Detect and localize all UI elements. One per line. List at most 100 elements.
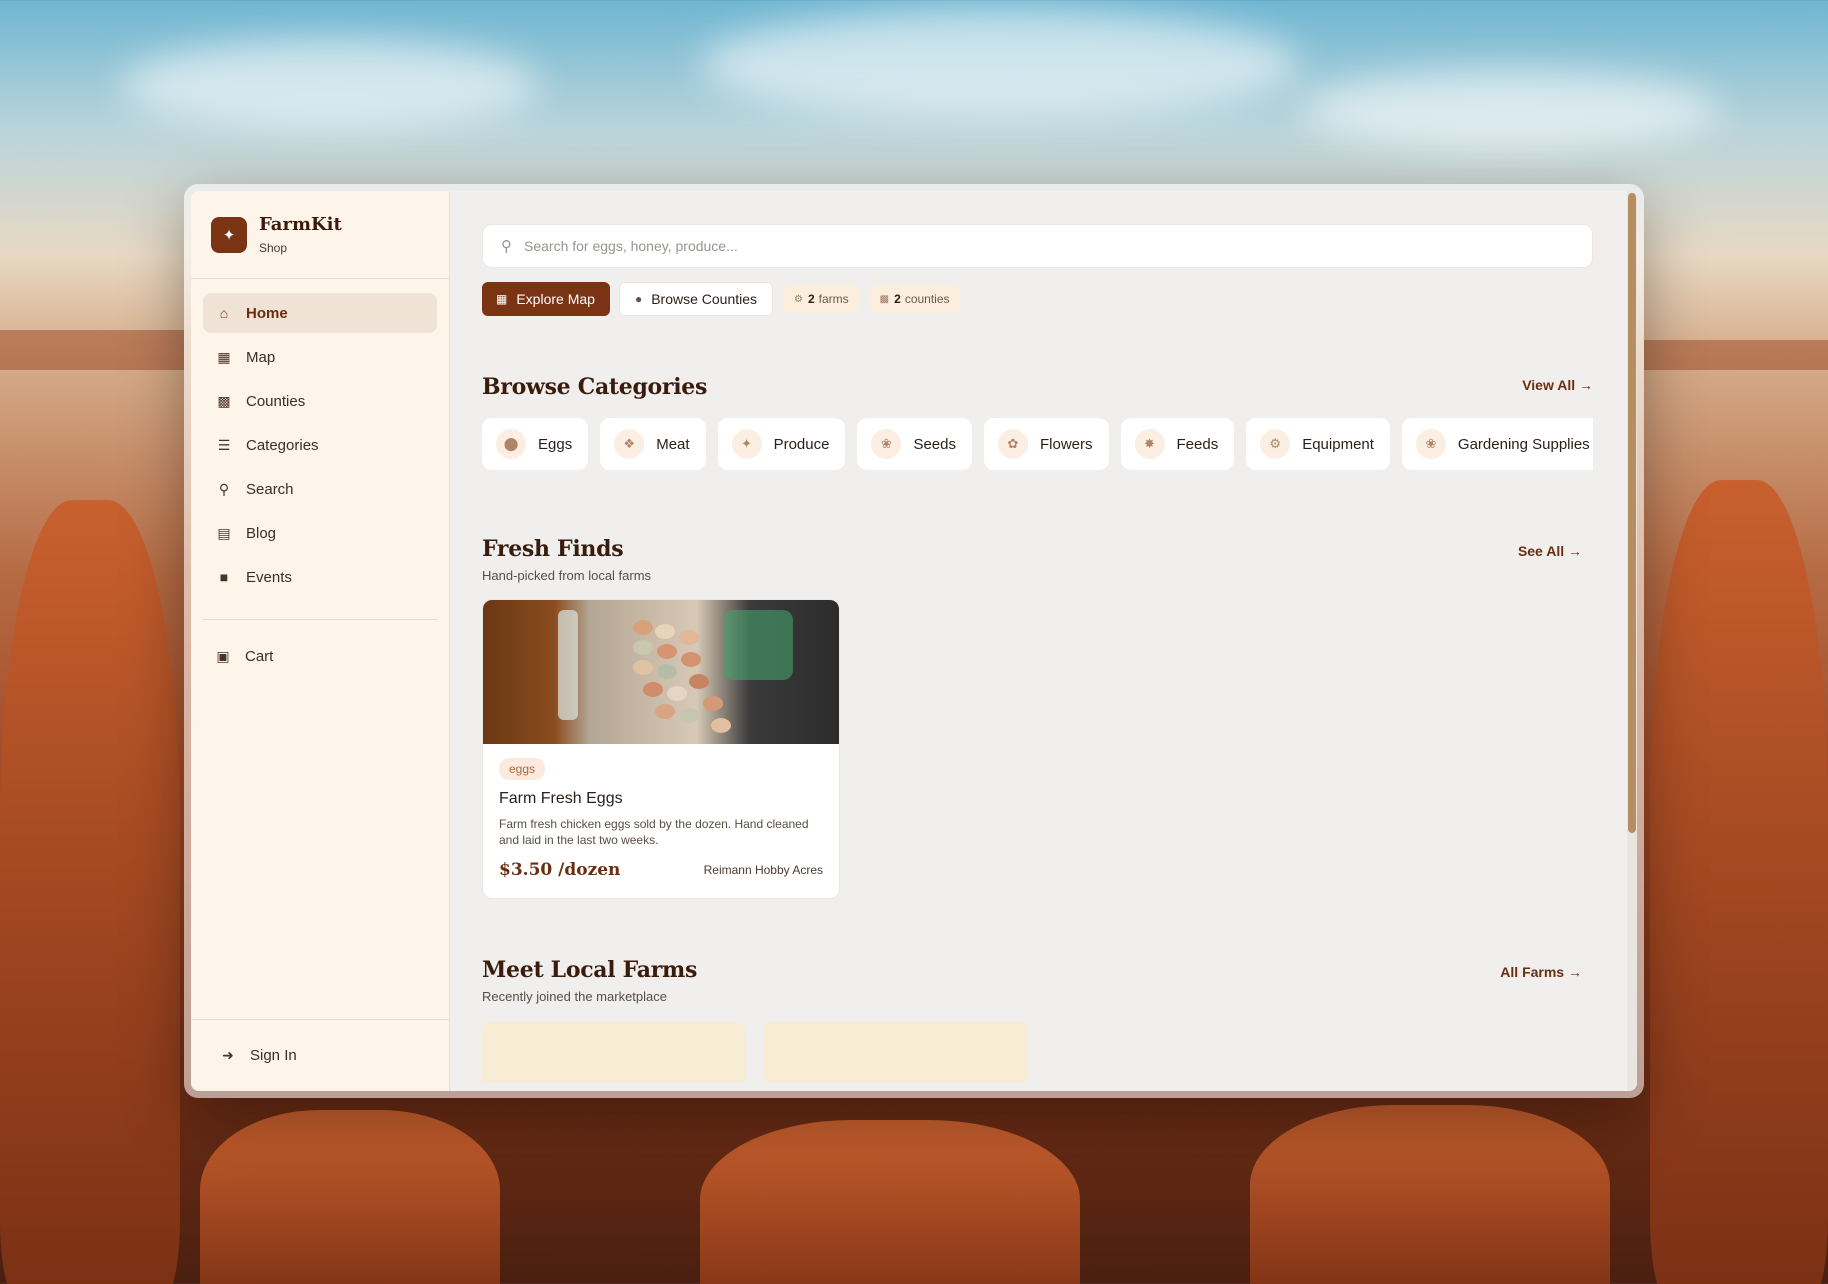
rock-formation — [1250, 1105, 1610, 1284]
sidebar-item-blog[interactable]: ▤ Blog — [203, 513, 437, 553]
sidebar-item-label: Search — [246, 480, 294, 498]
app-window: ✦ FarmKit Shop ⌂ Home ▦ Map ▩ Counties ☰… — [184, 184, 1644, 1098]
calendar-icon: ■ — [219, 569, 229, 585]
glass-jar — [723, 610, 793, 680]
sidebar-item-events[interactable]: ■ Events — [203, 557, 437, 597]
section-title: Fresh Finds — [482, 536, 624, 562]
category-produce[interactable]: ✦ Produce — [717, 418, 846, 470]
sidebar-item-label: Counties — [246, 392, 306, 410]
sidebar: ✦ FarmKit Shop ⌂ Home ▦ Map ▩ Counties ☰… — [191, 191, 450, 1091]
browse-categories-section: Browse Categories View All → ⬤ Eggs ❖ Me… — [482, 374, 1605, 470]
category-label: Equipment — [1302, 435, 1374, 453]
tractor-icon: ⚙ — [794, 293, 803, 305]
egg — [689, 674, 709, 689]
section-header: Browse Categories View All → — [482, 374, 1593, 400]
scrollbar[interactable] — [1627, 191, 1637, 1091]
sign-in-button[interactable]: ➜ Sign In — [191, 1019, 449, 1091]
egg — [655, 624, 675, 639]
product-farm[interactable]: Reimann Hobby Acres — [704, 863, 823, 877]
cloud — [700, 10, 1300, 120]
sidebar-item-search[interactable]: ⚲ Search — [203, 469, 437, 509]
egg — [711, 718, 731, 733]
category-feeds[interactable]: ✸ Feeds — [1120, 418, 1235, 470]
product-card[interactable]: eggs Farm Fresh Eggs Farm fresh chicken … — [482, 599, 840, 899]
category-equipment[interactable]: ⚙ Equipment — [1246, 418, 1390, 470]
egg-icon: ⬤ — [496, 429, 526, 459]
app-frame: ✦ FarmKit Shop ⌂ Home ▦ Map ▩ Counties ☰… — [191, 191, 1637, 1091]
newspaper-icon: ▤ — [217, 524, 231, 541]
sidebar-item-categories[interactable]: ☰ Categories — [203, 425, 437, 465]
farm-card[interactable] — [764, 1022, 1028, 1082]
browse-counties-button[interactable]: ● Browse Counties — [618, 282, 774, 316]
egg — [679, 630, 699, 645]
rock-formation — [1650, 480, 1828, 1284]
category-label: Meat — [656, 435, 690, 453]
brand-name: FarmKit — [259, 214, 342, 235]
rock-formation — [0, 500, 180, 1284]
category-label: Seeds — [913, 435, 956, 453]
flower-icon: ✿ — [997, 429, 1028, 459]
wheat-icon: ✸ — [1134, 429, 1165, 459]
farm-card[interactable] — [482, 1022, 746, 1082]
egg — [633, 620, 653, 635]
sidebar-item-label: Blog — [246, 524, 277, 542]
scrollbar-thumb[interactable] — [1628, 193, 1636, 833]
bottle — [558, 610, 578, 720]
cloud — [1300, 70, 1720, 150]
category-gardening-supplies[interactable]: ❀ Gardening Supplies — [1401, 418, 1593, 470]
category-label: Flowers — [1039, 435, 1093, 453]
county-map-icon: ▩ — [879, 293, 890, 305]
brand-subtitle: Shop — [259, 241, 288, 255]
category-meat[interactable]: ❖ Meat — [600, 418, 706, 470]
product-price: $3.50 /dozen — [499, 860, 621, 880]
egg — [633, 640, 653, 655]
search-input[interactable] — [524, 238, 1424, 254]
farms-label: farms — [818, 292, 849, 306]
sidebar-item-label: Events — [246, 568, 292, 586]
farm-card-list — [482, 1022, 1605, 1082]
seedling-icon: ❀ — [871, 429, 902, 459]
sidebar-item-counties[interactable]: ▩ Counties — [203, 381, 437, 421]
section-subtitle: Hand-picked from local farms — [482, 568, 652, 583]
section-title: Browse Categories — [482, 374, 708, 400]
sidebar-item-home[interactable]: ⌂ Home — [203, 293, 437, 333]
category-flowers[interactable]: ✿ Flowers — [983, 418, 1109, 470]
drumstick-icon: ❖ — [614, 429, 645, 459]
see-all-link[interactable]: See All → — [1518, 543, 1582, 559]
counties-label: counties — [904, 292, 950, 306]
egg — [657, 664, 677, 679]
egg — [681, 652, 701, 667]
category-list: ⬤ Eggs ❖ Meat ✦ Produce ❀ Seeds ✿ Flower… — [482, 418, 1593, 470]
egg — [643, 682, 663, 697]
explore-map-button[interactable]: ▦ Explore Map — [482, 282, 610, 316]
cart-nav: ▣ Cart — [191, 636, 449, 680]
seedling-icon: ❀ — [1415, 429, 1446, 459]
mesa — [0, 330, 184, 370]
mesa — [1644, 340, 1828, 370]
product-tag[interactable]: eggs — [499, 758, 546, 780]
category-eggs[interactable]: ⬤ Eggs — [482, 418, 589, 470]
all-farms-link[interactable]: All Farms → — [1500, 964, 1582, 980]
brand[interactable]: ✦ FarmKit Shop — [191, 191, 449, 279]
sign-in-icon: ➜ — [222, 1047, 234, 1063]
layers-icon: ☰ — [217, 436, 231, 453]
carrot-icon: ✦ — [211, 216, 247, 253]
local-farms-section: Meet Local Farms Recently joined the mar… — [482, 957, 1605, 1082]
section-header: Meet Local Farms Recently joined the mar… — [482, 957, 1593, 1004]
egg — [657, 644, 677, 659]
sidebar-item-label: Cart — [245, 647, 274, 665]
egg — [703, 696, 723, 711]
view-all-link[interactable]: View All → — [1522, 377, 1593, 393]
search-bar[interactable]: ⚲ — [482, 224, 1593, 268]
category-seeds[interactable]: ❀ Seeds — [857, 418, 972, 470]
sidebar-item-label: Map — [246, 348, 276, 366]
sidebar-item-map[interactable]: ▦ Map — [203, 337, 437, 377]
explore-map-label: Explore Map — [516, 291, 595, 307]
cart-icon: ▣ — [216, 647, 230, 664]
egg — [667, 686, 687, 701]
product-image — [483, 600, 839, 744]
farms-count-badge: ⚙ 2 farms — [784, 285, 859, 313]
section-title: Meet Local Farms — [482, 957, 698, 983]
product-card-body: eggs Farm Fresh Eggs Farm fresh chicken … — [483, 744, 839, 898]
sidebar-item-cart[interactable]: ▣ Cart — [203, 636, 437, 676]
